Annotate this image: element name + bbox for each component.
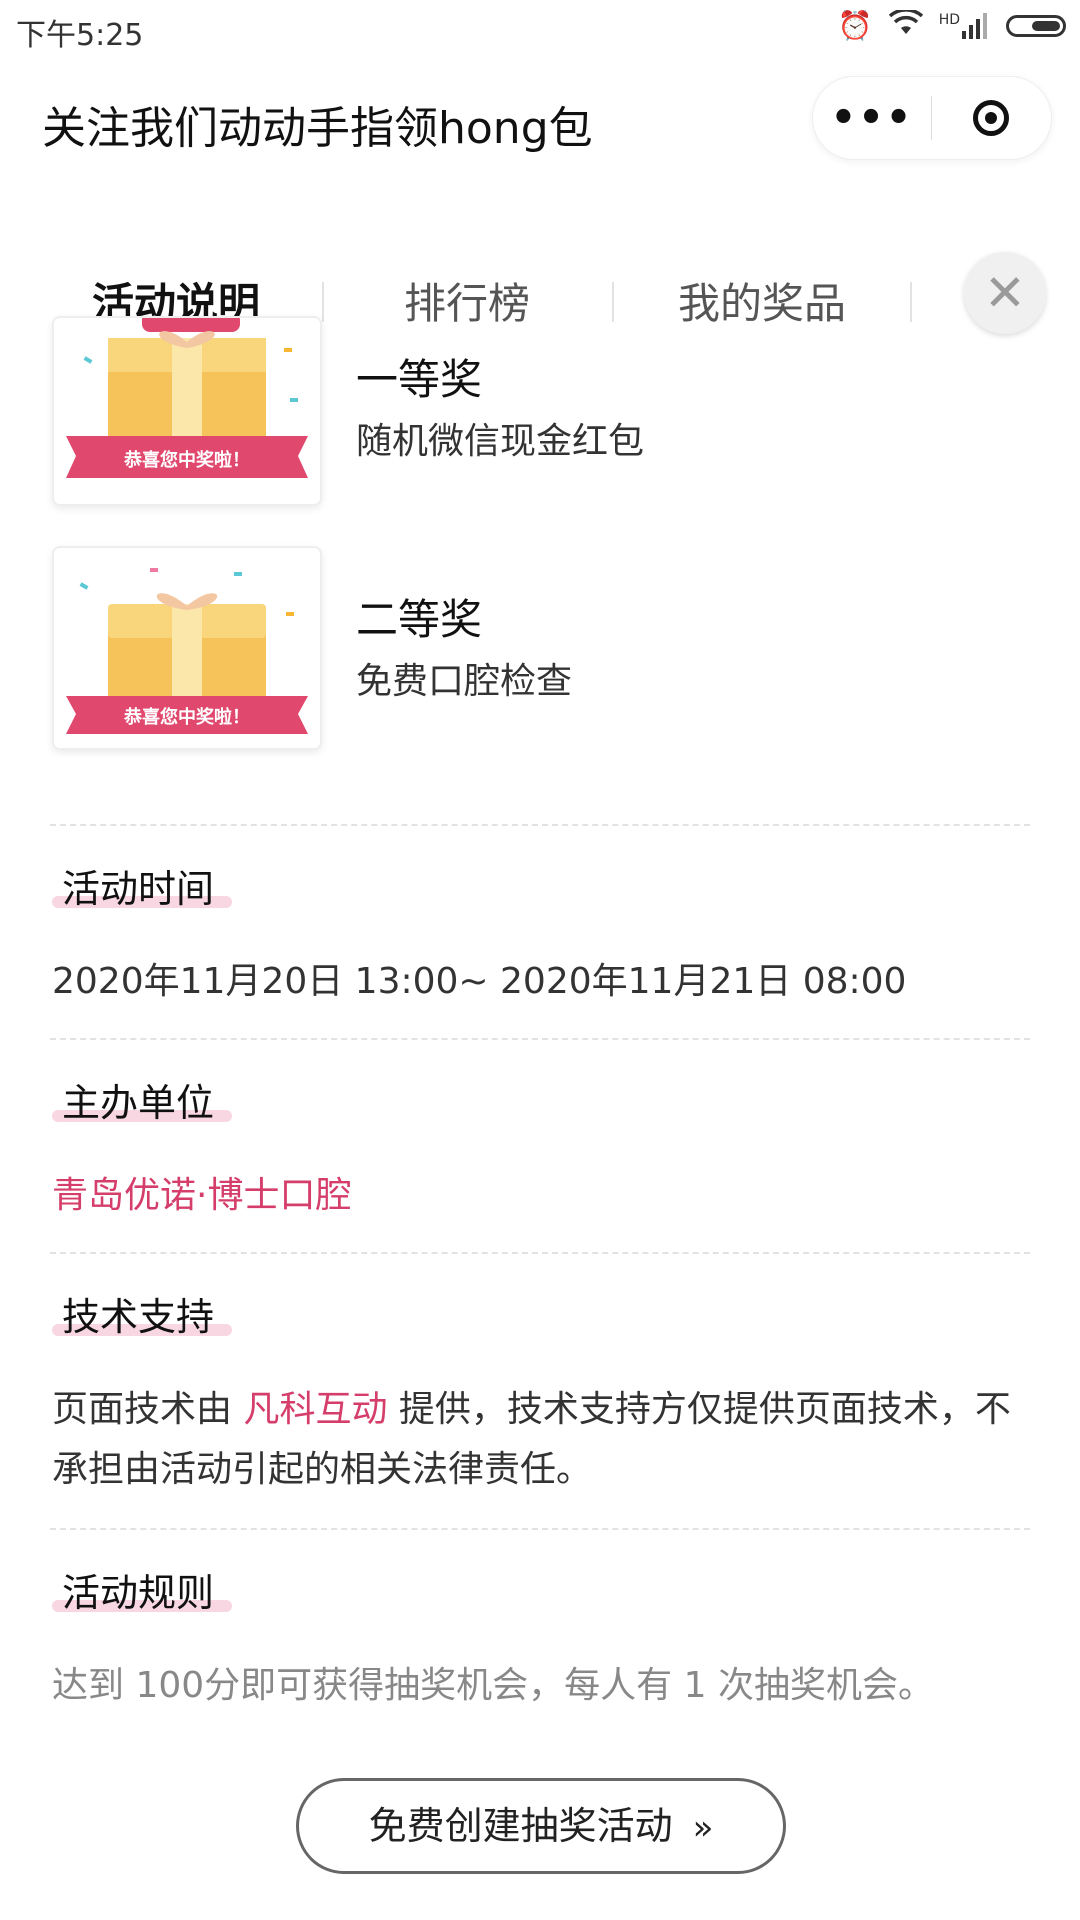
signal-icon: HD	[938, 11, 990, 39]
section-title-organizer: 主办单位	[62, 1081, 215, 1125]
page-title: 关注我们动动手指领hong包	[42, 103, 593, 154]
wifi-icon	[888, 8, 923, 41]
tab-divider	[322, 282, 324, 322]
tech-support-link[interactable]: 凡科互动	[243, 1389, 387, 1430]
status-time: 下午5:25	[16, 18, 144, 53]
tab-my-prizes[interactable]: 我的奖品	[678, 270, 846, 331]
prize-image: 恭喜您中奖啦！	[52, 316, 322, 506]
rules-text: 达到 100分即可获得抽奖机会，每人有 1 次抽奖机会。	[52, 1665, 934, 1706]
prize-name: 二等奖	[356, 595, 483, 644]
tech-support-prefix: 页面技术由	[52, 1389, 244, 1430]
tab-leaderboard[interactable]: 排行榜	[404, 270, 530, 331]
create-lottery-button[interactable]: 免费创建抽奖活动 »	[296, 1778, 786, 1874]
create-lottery-label: 免费创建抽奖活动	[368, 1804, 673, 1848]
alarm-icon: ⏰	[837, 8, 873, 42]
section-title-rules: 活动规则	[62, 1571, 215, 1615]
hd-label: HD	[938, 11, 960, 28]
battery-icon	[1006, 14, 1066, 37]
organizer-value: 青岛优诺·博士口腔	[52, 1175, 352, 1216]
status-bar: 下午5:25 ⏰ HD	[0, 0, 1080, 56]
status-icons: ⏰ HD	[837, 8, 1066, 42]
activity-time-value: 2020年11月20日 13:00~ 2020年11月21日 08:00	[52, 961, 907, 1002]
double-chevron-icon: »	[692, 1808, 714, 1848]
prize-desc: 随机微信现金红包	[356, 421, 645, 462]
prize-banner-text: 恭喜您中奖啦！	[123, 706, 250, 728]
target-icon[interactable]	[932, 100, 1050, 136]
tech-support-text: 页面技术由 凡科互动 提供，技术支持方仅提供页面技术，不承担由活动引起的相关法律…	[52, 1380, 1012, 1500]
prize-banner-text: 恭喜您中奖啦！	[123, 449, 250, 471]
close-button[interactable]: ✕	[964, 252, 1046, 334]
mini-program-capsule: •••	[812, 76, 1052, 160]
divider	[50, 1528, 1030, 1530]
divider	[50, 1038, 1030, 1040]
prize-image: 恭喜您中奖啦！	[52, 546, 322, 750]
divider	[50, 1252, 1030, 1254]
nav-bar: 关注我们动动手指领hong包 •••	[0, 56, 1080, 178]
more-icon[interactable]: •••	[813, 95, 931, 141]
prize-name: 一等奖	[356, 355, 483, 404]
section-title-time: 活动时间	[62, 867, 215, 911]
tab-divider	[910, 282, 912, 322]
tab-divider	[612, 282, 614, 322]
divider	[50, 824, 1030, 826]
section-title-tech: 技术支持	[62, 1295, 215, 1339]
prize-desc: 免费口腔检查	[356, 661, 573, 702]
